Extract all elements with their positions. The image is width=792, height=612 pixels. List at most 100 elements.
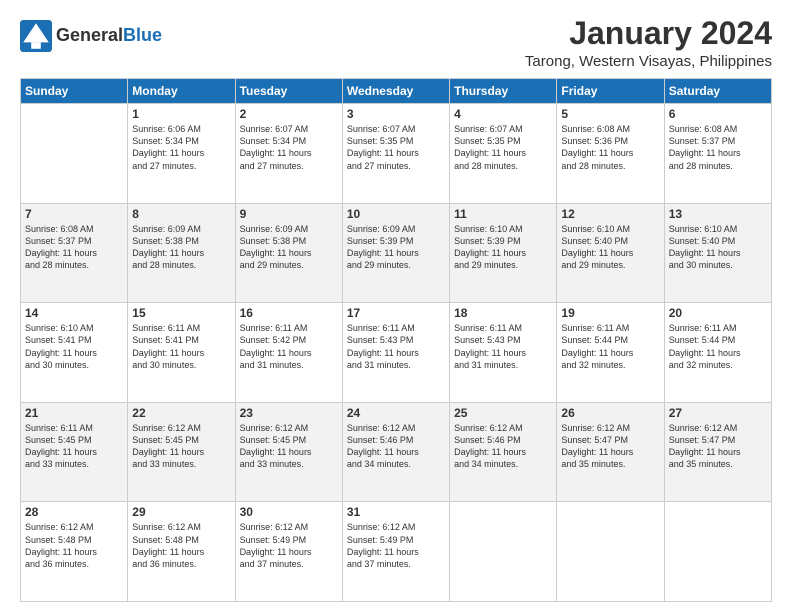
calendar-cell: 6Sunrise: 6:08 AM Sunset: 5:37 PM Daylig… (664, 104, 771, 204)
calendar-cell: 10 Sunrise: 6:09 AM Sunset: 5:39 PM Dayli… (342, 203, 449, 303)
day-number: 26 (561, 406, 659, 420)
logo: GeneralBlue (20, 20, 162, 52)
day-number: 17 (347, 306, 445, 320)
col-thursday: Thursday (450, 79, 557, 104)
day-info: Sunrise: 6:08 AM Sunset: 5:37 PM Dayligh… (25, 223, 123, 272)
day-number: 9 (240, 207, 338, 221)
calendar-cell: 25 Sunrise: 6:12 AM Sunset: 5:46 PM Dayli… (450, 402, 557, 502)
calendar-cell: 14 Sunrise: 6:10 AM Sunset: 5:41 PM Dayli… (21, 303, 128, 403)
main-title: January 2024 (525, 16, 772, 51)
week-row-2: 7Sunrise: 6:08 AM Sunset: 5:37 PM Daylig… (21, 203, 772, 303)
calendar-cell: 9 Sunrise: 6:09 AM Sunset: 5:38 PM Daylig… (235, 203, 342, 303)
calendar-cell: 16 Sunrise: 6:11 AM Sunset: 5:42 PM Dayli… (235, 303, 342, 403)
subtitle: Tarong, Western Visayas, Philippines (525, 53, 772, 70)
header-row: Sunday Monday Tuesday Wednesday Thursday… (21, 79, 772, 104)
calendar-cell: 4Sunrise: 6:07 AM Sunset: 5:35 PM Daylig… (450, 104, 557, 204)
day-number: 16 (240, 306, 338, 320)
col-wednesday: Wednesday (342, 79, 449, 104)
day-info: Sunrise: 6:09 AM Sunset: 5:39 PM Dayligh… (347, 223, 445, 272)
day-info: Sunrise: 6:12 AM Sunset: 5:48 PM Dayligh… (25, 521, 123, 570)
day-info: Sunrise: 6:12 AM Sunset: 5:45 PM Dayligh… (132, 422, 230, 471)
day-number: 25 (454, 406, 552, 420)
header: GeneralBlue January 2024 Tarong, Western… (20, 16, 772, 70)
week-row-5: 28Sunrise: 6:12 AM Sunset: 5:48 PM Dayli… (21, 502, 772, 602)
day-info: Sunrise: 6:10 AM Sunset: 5:40 PM Dayligh… (561, 223, 659, 272)
calendar-cell: 3 Sunrise: 6:07 AM Sunset: 5:35 PM Daylig… (342, 104, 449, 204)
day-number: 3 (347, 107, 445, 121)
calendar-cell: 31 Sunrise: 6:12 AM Sunset: 5:49 PM Dayli… (342, 502, 449, 602)
day-number: 30 (240, 505, 338, 519)
col-friday: Friday (557, 79, 664, 104)
day-number: 5 (561, 107, 659, 121)
day-info: Sunrise: 6:12 AM Sunset: 5:46 PM Dayligh… (454, 422, 552, 471)
week-row-4: 21 Sunrise: 6:11 AM Sunset: 5:45 PM Dayli… (21, 402, 772, 502)
calendar-cell: 15 Sunrise: 6:11 AM Sunset: 5:41 PM Dayli… (128, 303, 235, 403)
week-row-1: 1 Sunrise: 6:06 AM Sunset: 5:34 PM Daylig… (21, 104, 772, 204)
col-tuesday: Tuesday (235, 79, 342, 104)
day-info: Sunrise: 6:11 AM Sunset: 5:42 PM Dayligh… (240, 322, 338, 371)
calendar-cell: 28Sunrise: 6:12 AM Sunset: 5:48 PM Dayli… (21, 502, 128, 602)
calendar-cell: 18 Sunrise: 6:11 AM Sunset: 5:43 PM Dayli… (450, 303, 557, 403)
day-number: 20 (669, 306, 767, 320)
calendar-table: Sunday Monday Tuesday Wednesday Thursday… (20, 78, 772, 602)
day-info: Sunrise: 6:10 AM Sunset: 5:41 PM Dayligh… (25, 322, 123, 371)
logo-blue: Blue (123, 25, 162, 45)
calendar-cell: 24 Sunrise: 6:12 AM Sunset: 5:46 PM Dayli… (342, 402, 449, 502)
calendar-cell: 27 Sunrise: 6:12 AM Sunset: 5:47 PM Dayli… (664, 402, 771, 502)
day-number: 1 (132, 107, 230, 121)
col-sunday: Sunday (21, 79, 128, 104)
calendar-cell: 11 Sunrise: 6:10 AM Sunset: 5:39 PM Dayli… (450, 203, 557, 303)
day-number: 22 (132, 406, 230, 420)
day-number: 29 (132, 505, 230, 519)
day-info: Sunrise: 6:07 AM Sunset: 5:35 PM Dayligh… (347, 123, 445, 172)
calendar-cell: 20 Sunrise: 6:11 AM Sunset: 5:44 PM Dayli… (664, 303, 771, 403)
calendar-cell: 19Sunrise: 6:11 AM Sunset: 5:44 PM Dayli… (557, 303, 664, 403)
day-number: 13 (669, 207, 767, 221)
calendar-cell (21, 104, 128, 204)
day-info: Sunrise: 6:11 AM Sunset: 5:45 PM Dayligh… (25, 422, 123, 471)
day-info: Sunrise: 6:12 AM Sunset: 5:46 PM Dayligh… (347, 422, 445, 471)
day-info: Sunrise: 6:08 AM Sunset: 5:36 PM Dayligh… (561, 123, 659, 172)
day-info: Sunrise: 6:11 AM Sunset: 5:43 PM Dayligh… (454, 322, 552, 371)
day-number: 6 (669, 107, 767, 121)
day-number: 8 (132, 207, 230, 221)
day-info: Sunrise: 6:11 AM Sunset: 5:41 PM Dayligh… (132, 322, 230, 371)
day-number: 21 (25, 406, 123, 420)
day-number: 18 (454, 306, 552, 320)
day-info: Sunrise: 6:10 AM Sunset: 5:40 PM Dayligh… (669, 223, 767, 272)
general-blue-icon (20, 20, 52, 52)
col-monday: Monday (128, 79, 235, 104)
logo-general: General (56, 25, 123, 45)
week-row-3: 14 Sunrise: 6:10 AM Sunset: 5:41 PM Dayli… (21, 303, 772, 403)
day-info: Sunrise: 6:12 AM Sunset: 5:49 PM Dayligh… (240, 521, 338, 570)
day-number: 15 (132, 306, 230, 320)
day-info: Sunrise: 6:12 AM Sunset: 5:47 PM Dayligh… (561, 422, 659, 471)
day-number: 10 (347, 207, 445, 221)
calendar-cell: 13 Sunrise: 6:10 AM Sunset: 5:40 PM Dayli… (664, 203, 771, 303)
day-number: 27 (669, 406, 767, 420)
day-number: 12 (561, 207, 659, 221)
calendar-cell: 21 Sunrise: 6:11 AM Sunset: 5:45 PM Dayli… (21, 402, 128, 502)
day-number: 31 (347, 505, 445, 519)
day-info: Sunrise: 6:06 AM Sunset: 5:34 PM Dayligh… (132, 123, 230, 172)
day-number: 11 (454, 207, 552, 221)
calendar-cell: 29Sunrise: 6:12 AM Sunset: 5:48 PM Dayli… (128, 502, 235, 602)
page: GeneralBlue January 2024 Tarong, Western… (0, 0, 792, 612)
day-info: Sunrise: 6:12 AM Sunset: 5:49 PM Dayligh… (347, 521, 445, 570)
calendar-cell: 22 Sunrise: 6:12 AM Sunset: 5:45 PM Dayli… (128, 402, 235, 502)
day-info: Sunrise: 6:11 AM Sunset: 5:44 PM Dayligh… (561, 322, 659, 371)
day-info: Sunrise: 6:11 AM Sunset: 5:44 PM Dayligh… (669, 322, 767, 371)
day-number: 24 (347, 406, 445, 420)
calendar-cell: 17Sunrise: 6:11 AM Sunset: 5:43 PM Dayli… (342, 303, 449, 403)
calendar-cell: 8 Sunrise: 6:09 AM Sunset: 5:38 PM Daylig… (128, 203, 235, 303)
day-info: Sunrise: 6:12 AM Sunset: 5:47 PM Dayligh… (669, 422, 767, 471)
calendar-cell: 26 Sunrise: 6:12 AM Sunset: 5:47 PM Dayli… (557, 402, 664, 502)
day-info: Sunrise: 6:10 AM Sunset: 5:39 PM Dayligh… (454, 223, 552, 272)
calendar-header: Sunday Monday Tuesday Wednesday Thursday… (21, 79, 772, 104)
day-info: Sunrise: 6:09 AM Sunset: 5:38 PM Dayligh… (132, 223, 230, 272)
calendar-cell (450, 502, 557, 602)
calendar-cell: 2Sunrise: 6:07 AM Sunset: 5:34 PM Daylig… (235, 104, 342, 204)
calendar-cell: 7Sunrise: 6:08 AM Sunset: 5:37 PM Daylig… (21, 203, 128, 303)
day-info: Sunrise: 6:09 AM Sunset: 5:38 PM Dayligh… (240, 223, 338, 272)
day-number: 14 (25, 306, 123, 320)
